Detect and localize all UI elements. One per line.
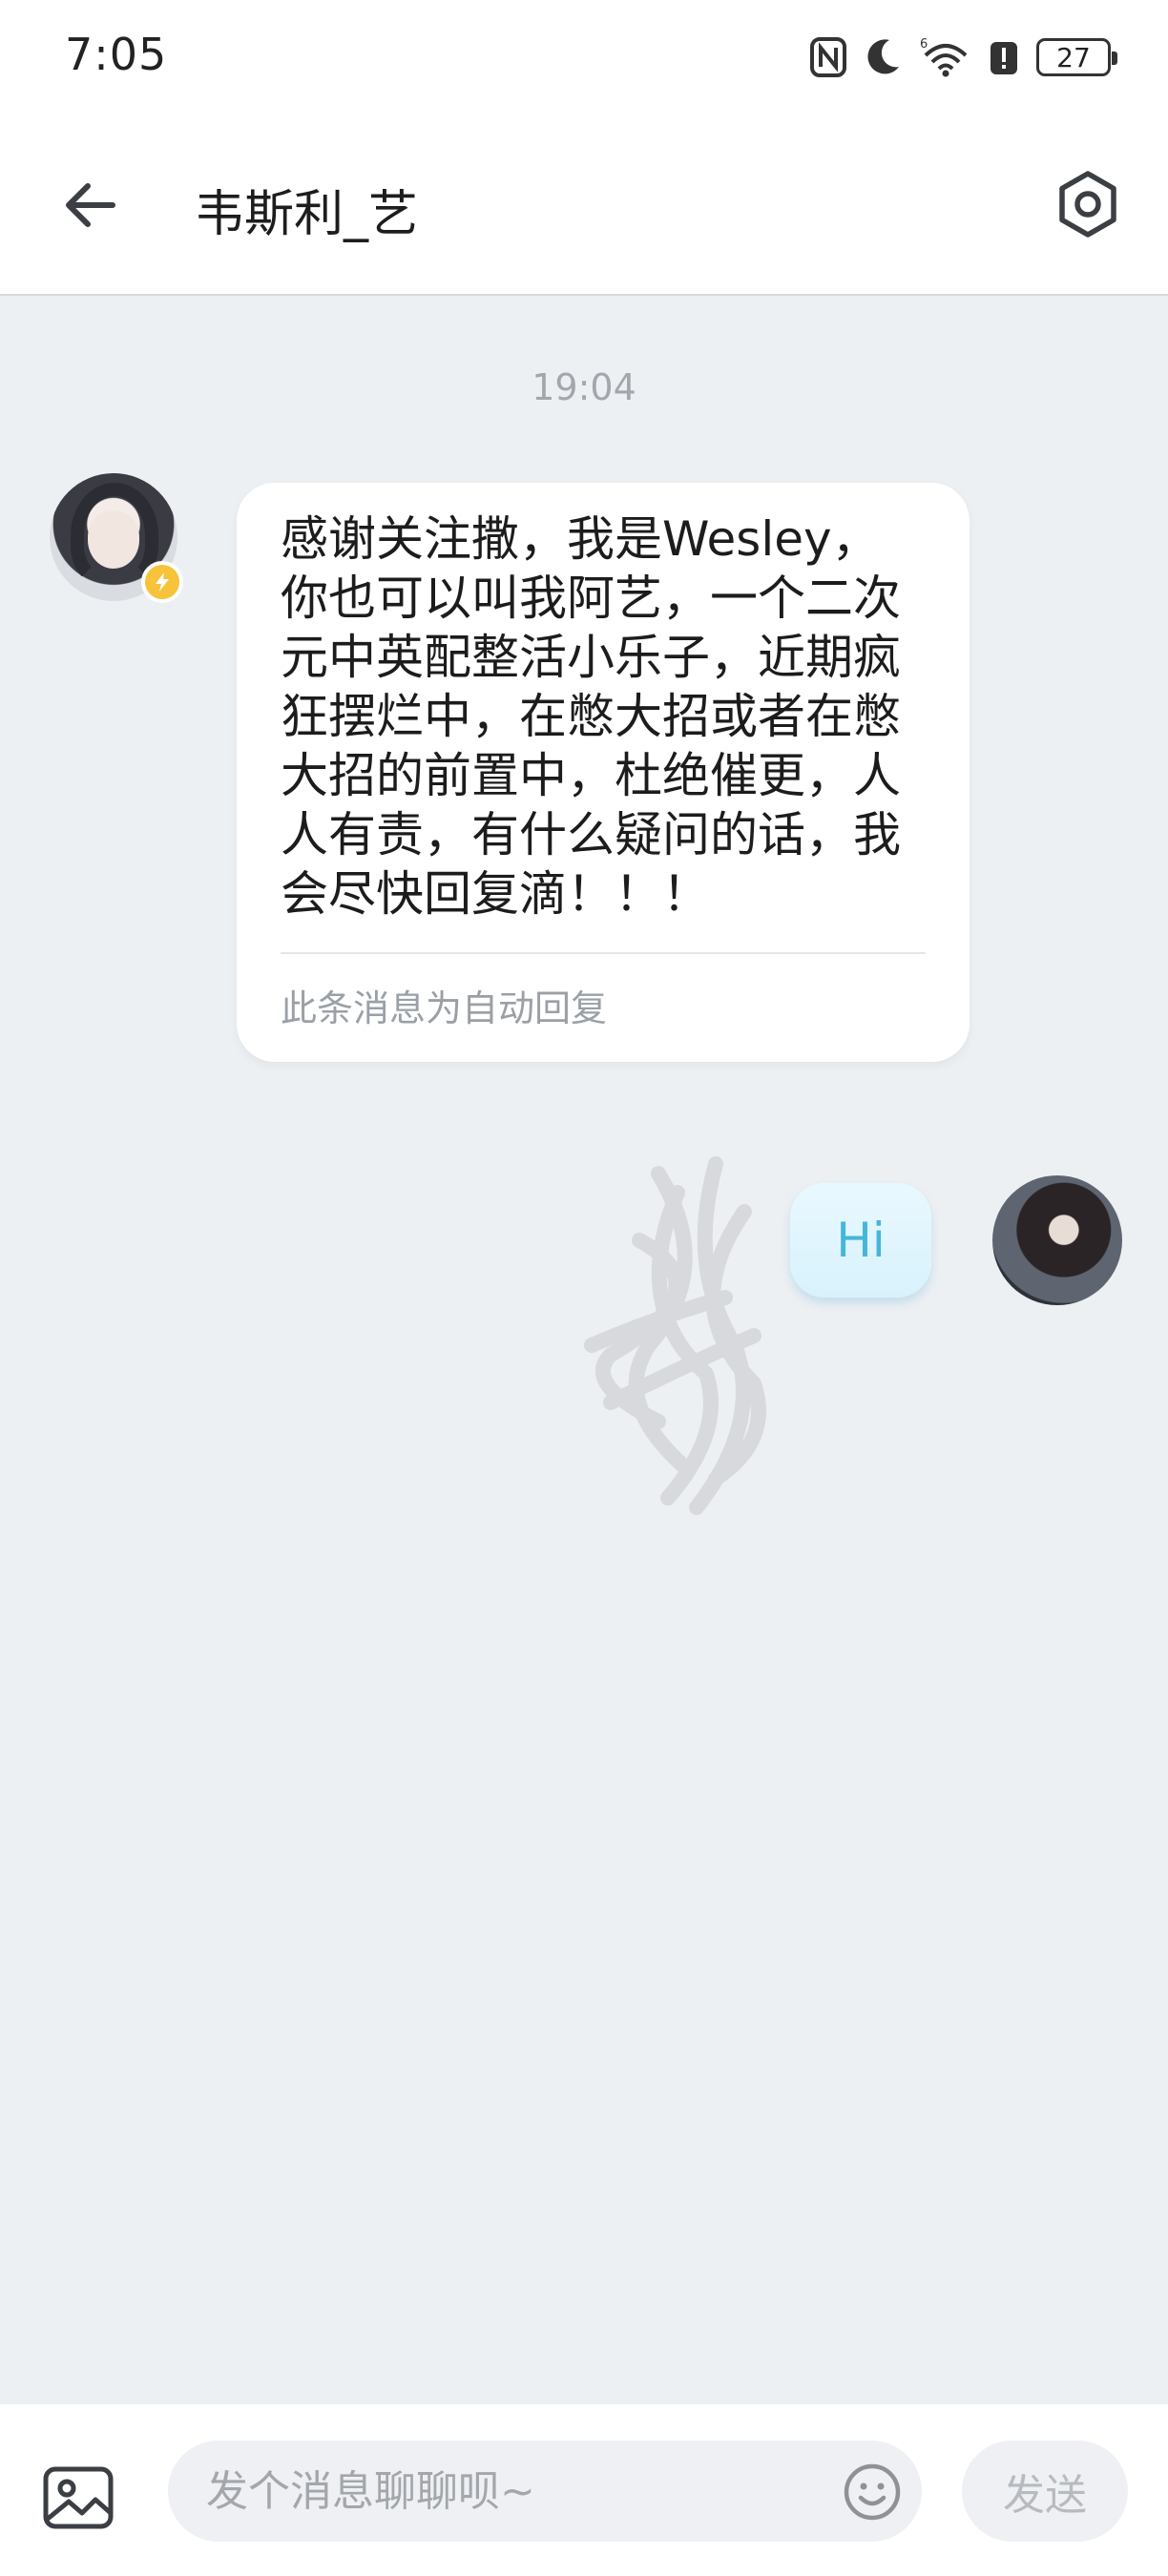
image-icon: [43, 2466, 114, 2529]
status-icons: 6 27: [809, 29, 1117, 86]
battery-icon: 27: [1036, 38, 1117, 76]
settings-button[interactable]: [1050, 166, 1126, 242]
moon-icon: [865, 36, 903, 78]
message-input-bar: 发送: [0, 2404, 1168, 2576]
received-message-text: 感谢关注撒，我是Wesley，你也可以叫我阿艺，一个二次元中英配整活小乐子，近期…: [281, 511, 901, 922]
auto-reply-note: 此条消息为自动回复: [281, 987, 608, 1029]
nfc-icon: [809, 36, 847, 78]
sent-message-text: Hi: [836, 1213, 886, 1268]
send-button[interactable]: 发送: [962, 2441, 1128, 2542]
message-input[interactable]: [206, 2466, 817, 2516]
redaction-scribble: [584, 1156, 766, 1515]
sent-message-bubble[interactable]: Hi: [790, 1183, 931, 1298]
chat-area[interactable]: 19:04 感谢关注撒，我是Wesley，你也可以叫我阿艺，一个二次元中英配整活…: [0, 296, 1168, 2404]
received-message-bubble[interactable]: 感谢关注撒，我是Wesley，你也可以叫我阿艺，一个二次元中英配整活小乐子，近期…: [237, 483, 970, 1062]
battery-level: 27: [1056, 41, 1091, 73]
image-picker-button[interactable]: [38, 2458, 118, 2538]
contact-avatar[interactable]: [50, 473, 183, 603]
wifi-icon: 6: [920, 36, 971, 78]
message-timestamp: 19:04: [532, 366, 636, 408]
lightning-badge-icon: [141, 561, 183, 603]
emoji-icon: [844, 2463, 901, 2521]
message-input-container[interactable]: [168, 2441, 922, 2542]
status-time: 7:05: [65, 29, 168, 80]
avatar-face: [88, 511, 139, 569]
hexagon-settings-icon: [1059, 171, 1116, 238]
arrow-left-icon: [66, 183, 115, 227]
back-button[interactable]: [57, 172, 124, 239]
status-bar: 7:05 6 27: [0, 0, 1168, 114]
alert-icon: [989, 36, 1019, 78]
my-avatar[interactable]: [992, 1175, 1122, 1305]
chat-title: 韦斯利_艺: [195, 186, 419, 243]
emoji-button[interactable]: [842, 2462, 903, 2523]
bubble-divider: [281, 952, 926, 954]
svg-text:6: 6: [920, 37, 928, 52]
chat-header: 韦斯利_艺: [0, 114, 1168, 296]
